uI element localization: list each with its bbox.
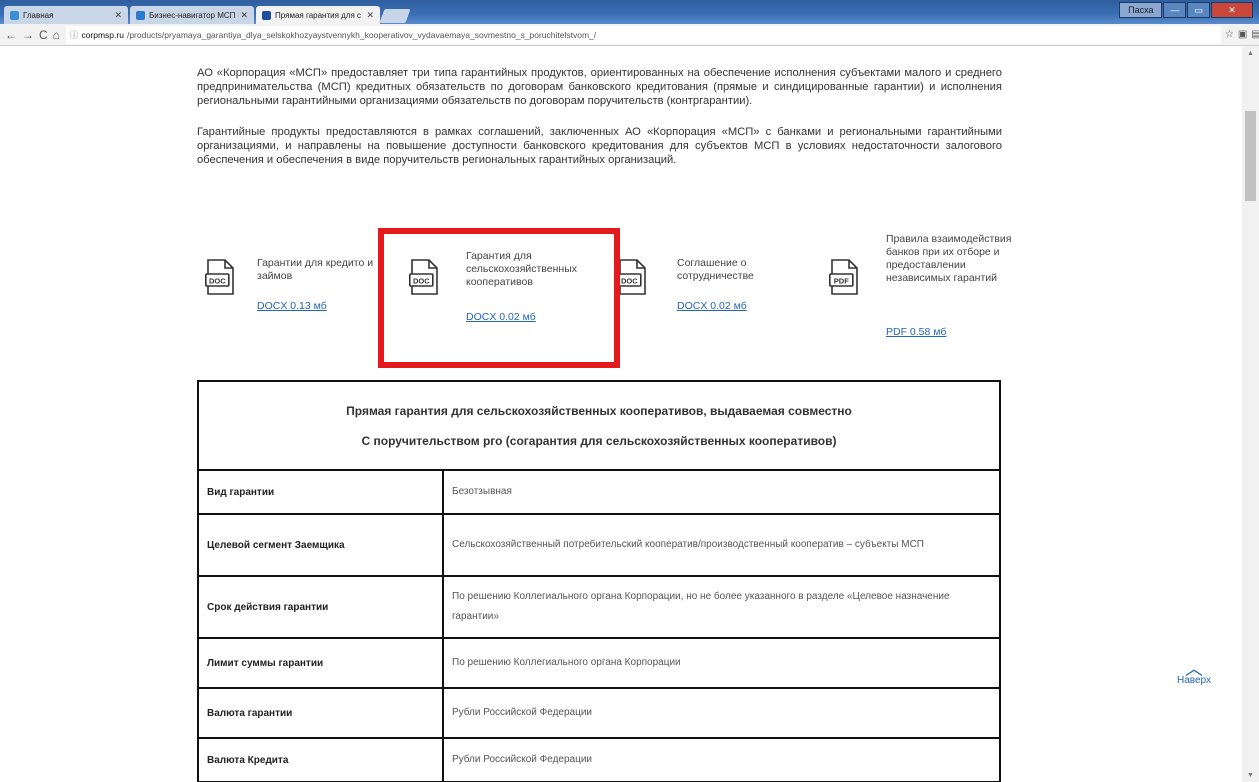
maximize-button[interactable]: ▭: [1187, 2, 1210, 18]
close-icon[interactable]: ✕: [366, 10, 374, 21]
scroll-up-arrow-icon[interactable]: ▲: [1242, 46, 1259, 60]
tab-pryamaya-garantiya[interactable]: Прямая гарантия для с ✕: [256, 6, 380, 24]
row-value: По решению Коллегиального органа Корпора…: [442, 575, 1001, 639]
svg-text:PDF: PDF: [834, 277, 849, 286]
minimize-button[interactable]: —: [1163, 2, 1187, 18]
doc-title: Гарантии для кредито и займов: [257, 257, 374, 282]
red-highlight-box: [378, 228, 620, 368]
home-icon[interactable]: ⌂: [53, 26, 60, 44]
row-value: По решению Коллегиального органа Корпора…: [442, 637, 1001, 689]
browser-titlebar: Главная ✕ Бизнес-навигатор МСП ✕ Прямая …: [0, 0, 1259, 24]
row-key: Валюта гарантии: [197, 687, 444, 739]
extension-icon[interactable]: ▣: [1238, 28, 1247, 42]
table-row: Срок действия гарантии По решению Коллег…: [197, 575, 1001, 639]
row-key: Лимит суммы гарантии: [197, 637, 444, 689]
info-icon: ⓘ: [69, 29, 79, 40]
bookmark-star-icon[interactable]: ☆: [1225, 28, 1234, 42]
tab-biznes-navigator[interactable]: Бизнес-навигатор МСП ✕: [130, 6, 254, 24]
vertical-scrollbar[interactable]: ▲ ▼: [1242, 46, 1259, 782]
close-icon[interactable]: ✕: [114, 10, 122, 21]
svg-text:DOC: DOC: [209, 277, 226, 286]
user-profile-button[interactable]: Пасха: [1119, 2, 1163, 18]
tab-title: Главная: [23, 10, 54, 20]
doc-download-link[interactable]: DOCX 0.02 мб: [677, 300, 747, 312]
guarantee-info-table: Прямая гарантия для сельскохозяйственных…: [197, 380, 1001, 782]
pdf-file-icon[interactable]: PDF: [829, 259, 859, 295]
close-icon[interactable]: ✕: [240, 10, 248, 21]
tab-title: Бизнес-навигатор МСП: [149, 10, 236, 20]
scroll-down-arrow-icon[interactable]: ▼: [1242, 768, 1259, 782]
forward-arrow-icon[interactable]: →: [22, 26, 34, 44]
row-key: Срок действия гарантии: [197, 575, 444, 639]
url-path: /products/pryamaya_garantiya_dlya_selsko…: [126, 29, 597, 40]
window-close-button[interactable]: ✕: [1211, 2, 1253, 18]
row-key: Валюта Кредита: [197, 737, 444, 782]
favicon-icon: [10, 10, 19, 20]
address-bar[interactable]: ⓘ corpmsp.ru/products/pryamaya_garantiya…: [65, 25, 1221, 44]
intro-paragraph-2: Гарантийные продукты предоставляются в р…: [197, 126, 1002, 166]
table-row: Лимит суммы гарантии По решению Коллегиа…: [197, 637, 1001, 689]
doc-file-icon[interactable]: DOC: [617, 259, 647, 295]
doc-download-link[interactable]: PDF 0.58 мб: [886, 326, 946, 338]
favicon-icon: [136, 10, 145, 20]
tab-glavnaya[interactable]: Главная ✕: [4, 6, 128, 24]
table-header-line-1: Прямая гарантия для сельскохозяйственных…: [346, 403, 852, 418]
page-content: АО «Корпорация «МСП» предоставляет три т…: [0, 46, 1242, 782]
table-header: Прямая гарантия для сельскохозяйственных…: [197, 380, 1001, 471]
scrollbar-thumb[interactable]: [1245, 111, 1256, 201]
doc-title: Соглашение о сотрудничестве: [677, 257, 754, 282]
row-value: Безотзывная: [442, 469, 1001, 515]
intro-paragraph-1: АО «Корпорация «МСП» предоставляет три т…: [197, 67, 1002, 107]
doc-title: Правила взаимодействия банков при их отб…: [886, 233, 1012, 284]
table-row: Валюта Кредита Рубли Российской Федераци…: [197, 737, 1001, 782]
chevron-up-icon: ︿: [1185, 659, 1203, 679]
favicon-icon: [262, 10, 271, 20]
table-row: Целевой сегмент Заемщика Сельскохозяйств…: [197, 513, 1001, 577]
new-tab-button[interactable]: [379, 9, 411, 23]
row-key: Целевой сегмент Заемщика: [197, 513, 444, 577]
back-to-top-label: Наверх: [1177, 675, 1211, 686]
doc-download-link[interactable]: DOCX 0.13 мб: [257, 300, 327, 312]
table-header-line-2: С поручительством рго (согарантия для се…: [361, 433, 837, 448]
back-to-top-button[interactable]: ︿ Наверх: [1174, 659, 1214, 686]
svg-text:DOC: DOC: [621, 277, 638, 286]
browser-toolbar: ← → C ⌂ ⓘ corpmsp.ru/products/pryamaya_g…: [0, 24, 1259, 46]
tab-title: Прямая гарантия для с: [275, 10, 362, 20]
table-row: Вид гарантии Безотзывная: [197, 469, 1001, 515]
row-value: Рубли Российской Федерации: [442, 737, 1001, 782]
extension-icon[interactable]: ▤: [1251, 28, 1259, 42]
row-value: Сельскохозяйственный потребительский коо…: [442, 513, 1001, 577]
row-key: Вид гарантии: [197, 469, 444, 515]
doc-file-icon[interactable]: DOC: [205, 259, 235, 295]
table-row: Валюта гарантии Рубли Российской Федерац…: [197, 687, 1001, 739]
back-arrow-icon[interactable]: ←: [5, 26, 17, 44]
row-value: Рубли Российской Федерации: [442, 687, 1001, 739]
reload-icon[interactable]: C: [39, 26, 48, 44]
url-domain: corpmsp.ru: [81, 29, 124, 40]
